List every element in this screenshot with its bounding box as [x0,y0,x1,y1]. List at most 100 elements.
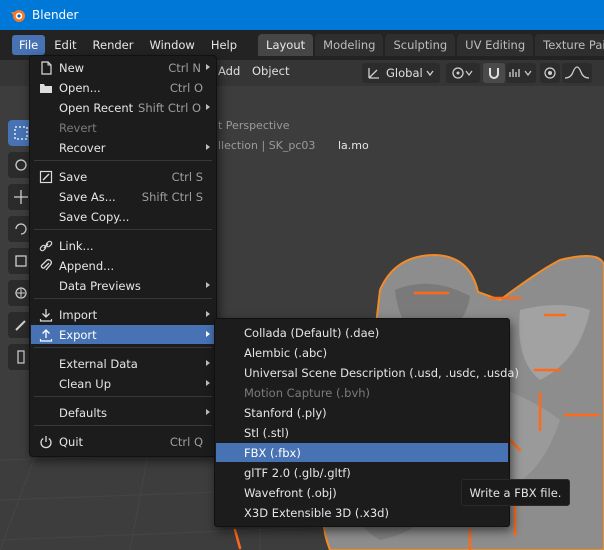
file-menu-new-shortcut: Ctrl N [168,60,201,75]
file-menu-revert[interactable]: Revert [31,118,215,137]
file-menu-link-label: Link... [59,238,94,253]
export-usd-label: Universal Scene Description (.usd, .usdc… [244,365,519,380]
menu-window[interactable]: Window [142,35,201,55]
submenu-arrow-icon [206,311,210,317]
file-menu-save-as-shortcut: Shift Ctrl S [141,189,203,204]
file-menu-quit-shortcut: Ctrl Q [169,434,203,449]
export-fbx[interactable]: FBX (.fbx) [216,443,508,462]
tab-layout[interactable]: Layout [258,34,314,56]
save-icon [39,170,53,184]
window-title: Blender [32,8,79,22]
file-menu-open-recent[interactable]: Open Recent Shift Ctrl O [31,98,215,117]
submenu-arrow-icon [206,380,210,386]
file-menu-open-recent-label: Open Recent [59,100,134,115]
file-menu-append-label: Append... [59,258,115,273]
menu-file[interactable]: File [12,35,46,55]
export-obj-label: Wavefront (.obj) [244,485,337,500]
file-menu-save-as-label: Save As... [59,189,116,204]
window-titlebar: Blender [0,0,604,30]
export-alembic-label: Alembic (.abc) [244,345,328,360]
menu-separator [34,160,212,161]
file-menu-recover-label: Recover [59,140,106,155]
file-menu-clean-up[interactable]: Clean Up [31,374,215,393]
falloff-dropdown[interactable] [562,63,592,83]
snap-target-dropdown[interactable] [506,63,536,83]
tab-sculpting[interactable]: Sculpting [385,34,456,56]
tab-uv-editing[interactable]: UV Editing [457,34,534,56]
file-menu-save[interactable]: Save Ctrl S [31,167,215,186]
falloff-curve-icon [564,66,590,79]
menu-render[interactable]: Render [86,35,141,55]
viewport-menu-add[interactable]: Add [218,64,240,78]
export-stl[interactable]: Stl (.stl) [216,423,508,442]
menu-help[interactable]: Help [204,35,244,55]
chevron-down-icon [426,70,434,77]
viewport-perspective-label: t Perspective [218,119,290,132]
export-bvh[interactable]: Motion Capture (.bvh) [216,383,508,402]
file-menu-save-as[interactable]: Save As... Shift Ctrl S [31,187,215,206]
viewport-collection-label: llection | SK_pc03 [218,139,316,152]
file-menu-recover[interactable]: Recover [31,138,215,157]
file-menu-data-previews-label: Data Previews [59,278,141,293]
export-x3d-label: X3D Extensible 3D (.x3d) [244,505,389,520]
submenu-arrow-icon [206,360,210,366]
workspace-tabs: Layout Modeling Sculpting UV Editing Tex… [258,34,604,56]
file-menu-open[interactable]: Open... Ctrl O [31,78,215,97]
import-icon [39,308,53,322]
menu-edit[interactable]: Edit [47,35,83,55]
file-menu: New Ctrl N Open... Ctrl O Open Recent Sh… [29,55,217,457]
export-gltf-label: glTF 2.0 (.glb/.gltf) [244,465,351,480]
rotate-icon [15,223,27,235]
viewport-menu-object[interactable]: Object [252,64,289,78]
file-menu-external-data[interactable]: External Data [31,354,215,373]
export-icon [39,328,53,342]
transform-icon [15,287,27,299]
main-menubar: File Edit Render Window Help [12,35,246,55]
orientation-label: Global [386,66,423,80]
link-icon [39,239,53,253]
menu-separator [34,425,212,426]
submenu-arrow-icon [206,331,210,337]
magnet-icon [489,68,499,79]
ruler-icon [17,350,25,364]
export-alembic[interactable]: Alembic (.abc) [216,343,508,362]
file-menu-export[interactable]: Export [31,325,215,344]
file-menu-data-previews[interactable]: Data Previews [31,276,215,295]
file-menu-open-recent-shortcut: Shift Ctrl O [138,100,201,115]
export-collada-label: Collada (Default) (.dae) [244,325,380,340]
file-menu-export-label: Export [59,327,97,342]
file-menu-defaults-label: Defaults [59,405,108,420]
file-menu-external-data-label: External Data [59,356,138,371]
append-icon [39,258,53,273]
submenu-arrow-icon [206,104,210,110]
file-menu-save-copy[interactable]: Save Copy... [31,207,215,226]
file-menu-quit[interactable]: Quit Ctrl Q [31,432,215,451]
tab-modeling[interactable]: Modeling [315,34,384,56]
export-usd[interactable]: Universal Scene Description (.usd, .usdc… [216,363,519,382]
folder-icon [39,81,53,95]
select-box-icon [14,126,28,140]
menu-separator [34,347,212,348]
tab-texture-paint[interactable]: Texture Paint [535,34,604,56]
export-collada[interactable]: Collada (Default) (.dae) [216,323,508,342]
file-menu-revert-label: Revert [59,120,97,135]
file-menu-import[interactable]: Import [31,305,215,324]
snap-toggle[interactable] [483,63,505,83]
file-menu-clean-up-label: Clean Up [59,376,112,391]
menu-separator [34,229,212,230]
submenu-arrow-icon [206,144,210,150]
file-menu-link[interactable]: Link... [31,236,215,255]
scale-icon [15,255,27,267]
proportional-edit-icon [544,67,556,79]
pivot-point-dropdown[interactable] [446,63,480,83]
file-menu-new[interactable]: New Ctrl N [31,58,215,77]
power-icon [39,435,53,449]
transform-orientation-dropdown[interactable]: Global [362,63,440,83]
export-ply[interactable]: Stanford (.ply) [216,403,508,422]
file-menu-defaults[interactable]: Defaults [31,403,215,422]
file-menu-save-copy-label: Save Copy... [59,209,130,224]
file-menu-quit-label: Quit [59,434,84,449]
proportional-edit-toggle[interactable] [540,63,560,83]
export-bvh-label: Motion Capture (.bvh) [244,385,371,400]
file-menu-append[interactable]: Append... [31,256,215,275]
